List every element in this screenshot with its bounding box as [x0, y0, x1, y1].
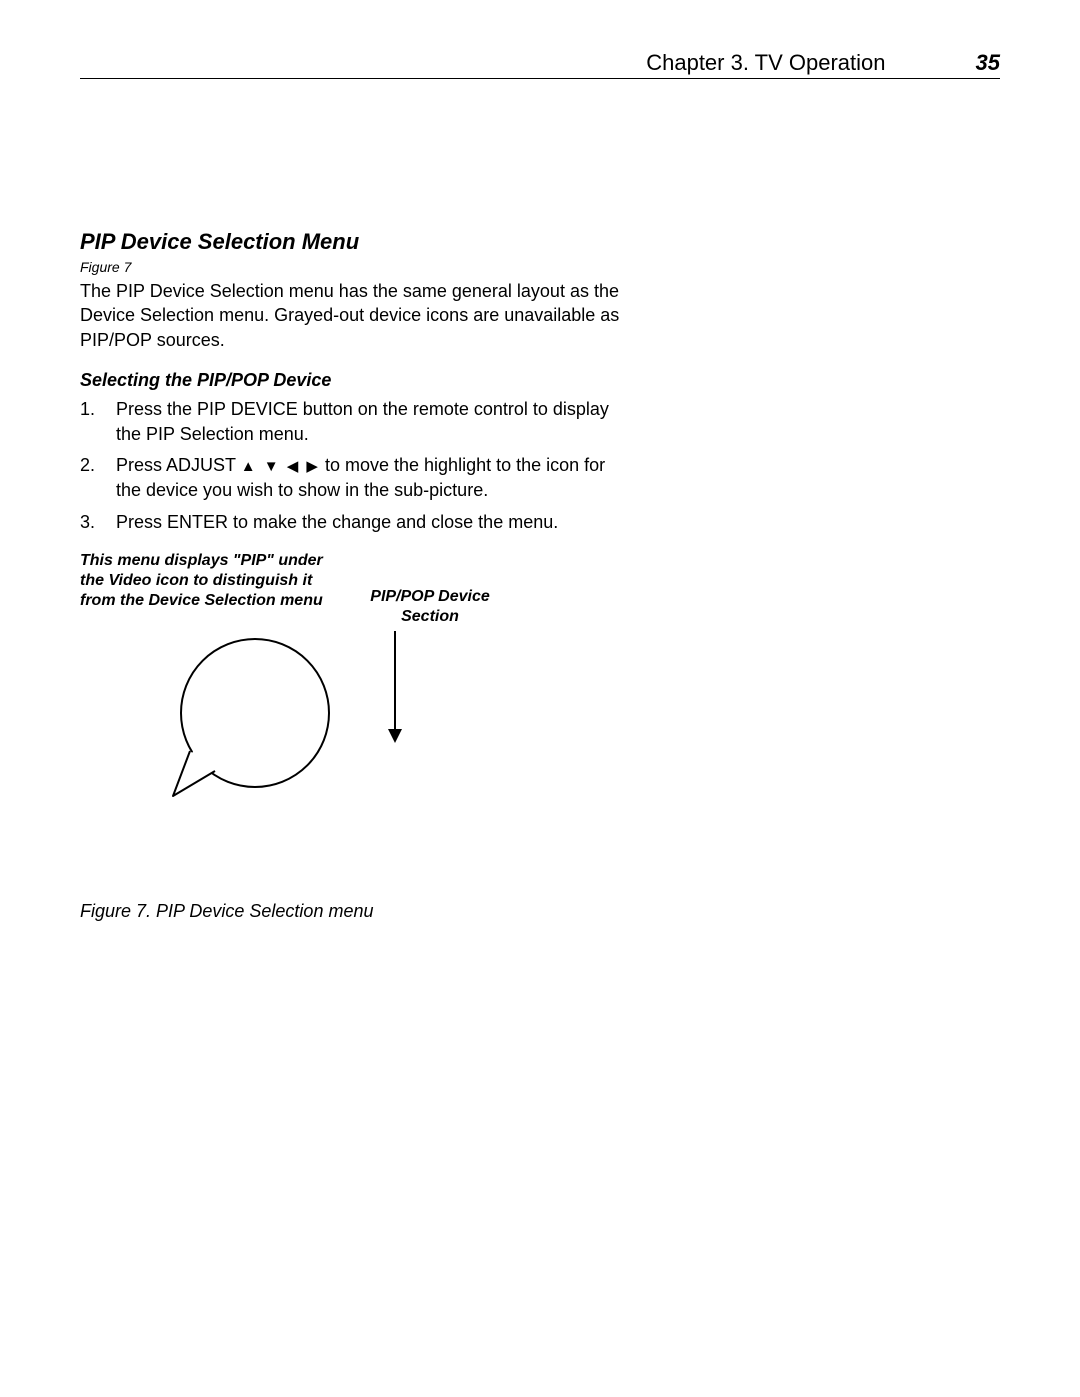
figure-reference: Figure 7 — [80, 259, 620, 275]
adjust-arrows-icon: ▲ ▼ ◀ ▶ — [241, 456, 320, 477]
page-number: 35 — [976, 50, 1000, 76]
step-1: Press the PIP DEVICE button on the remot… — [80, 397, 620, 447]
steps-list: Press the PIP DEVICE button on the remot… — [80, 397, 620, 535]
figure-caption: Figure 7. PIP Device Selection menu — [80, 901, 620, 922]
speech-bubble-icon — [165, 636, 335, 806]
callout-left: This menu displays "PIP" under the Video… — [80, 551, 350, 611]
step-text: Press ENTER to make the change and close… — [116, 512, 558, 532]
chapter-title: Chapter 3. TV Operation — [646, 50, 885, 76]
step-3: Press ENTER to make the change and close… — [80, 510, 620, 535]
page: Chapter 3. TV Operation 35 PIP Device Se… — [0, 0, 1080, 972]
intro-paragraph: The PIP Device Selection menu has the sa… — [80, 279, 620, 352]
page-header: Chapter 3. TV Operation 35 — [80, 50, 1000, 79]
content-area: PIP Device Selection Menu Figure 7 The P… — [80, 229, 620, 922]
arrow-down-icon — [385, 631, 405, 746]
step-text: Press the PIP DEVICE button on the remot… — [116, 399, 609, 444]
step-2: Press ADJUST ▲ ▼ ◀ ▶ to move the highlig… — [80, 453, 620, 503]
callout-right: PIP/POP Device Section — [350, 587, 510, 627]
section-heading: PIP Device Selection Menu — [80, 229, 620, 255]
step-text-pre: Press ADJUST — [116, 455, 241, 475]
figure-diagram: This menu displays "PIP" under the Video… — [80, 551, 620, 881]
sub-heading: Selecting the PIP/POP Device — [80, 370, 620, 391]
